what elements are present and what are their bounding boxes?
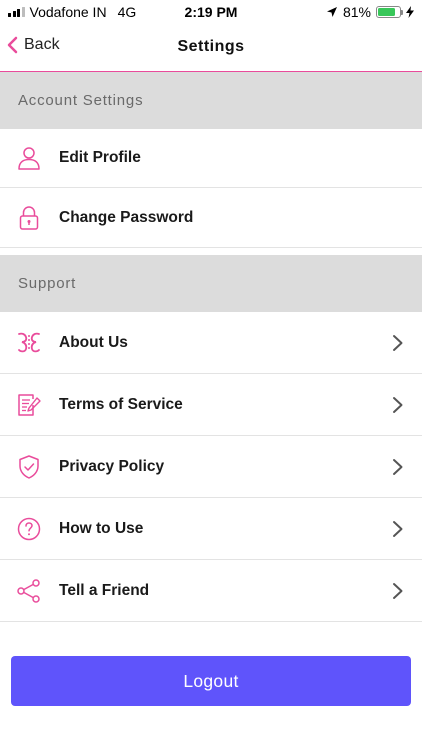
- settings-item-terms-of-service[interactable]: Terms of Service: [0, 374, 422, 436]
- settings-item-privacy-policy[interactable]: Privacy Policy: [0, 436, 422, 498]
- status-bar: Vodafone IN 4G 2:19 PM 81%: [0, 0, 422, 26]
- logout-button[interactable]: Logout: [11, 656, 411, 706]
- settings-item-label: About Us: [59, 334, 128, 351]
- charging-bolt-icon: [406, 6, 414, 18]
- settings-item-label: Edit Profile: [59, 149, 141, 166]
- app-logo-icon: [18, 332, 40, 353]
- settings-item-label: Tell a Friend: [59, 582, 150, 599]
- section-label: Support: [18, 275, 77, 292]
- section-header-support: Support: [0, 255, 422, 312]
- chevron-right-icon: [393, 335, 403, 351]
- battery-level: [378, 8, 395, 16]
- settings-item-edit-profile[interactable]: Edit Profile: [0, 129, 422, 188]
- settings-item-label: How to Use: [59, 520, 144, 537]
- settings-item-label: Privacy Policy: [59, 458, 165, 475]
- section-label: Account Settings: [18, 92, 144, 109]
- settings-item-how-to-use[interactable]: How to Use: [0, 498, 422, 560]
- share-icon: [17, 579, 40, 603]
- settings-item-tell-a-friend[interactable]: Tell a Friend: [0, 560, 422, 622]
- battery-icon: [376, 6, 403, 18]
- settings-item-change-password[interactable]: Change Password: [0, 188, 422, 248]
- question-circle-icon: [17, 517, 41, 541]
- page-title: Settings: [177, 38, 245, 55]
- document-edit-icon: [18, 394, 41, 416]
- settings-item-label: Change Password: [59, 209, 194, 226]
- battery-percent: 81%: [342, 4, 371, 20]
- chevron-right-icon: [393, 583, 403, 599]
- settings-item-label: Terms of Service: [59, 396, 183, 413]
- section-header-account: Account Settings: [0, 72, 422, 129]
- settings-item-about-us[interactable]: About Us: [0, 312, 422, 374]
- navigation-bar: Back Settings: [0, 26, 422, 72]
- user-icon: [18, 147, 40, 170]
- chevron-right-icon: [393, 459, 403, 475]
- lock-icon: [19, 206, 39, 230]
- shield-check-icon: [19, 455, 39, 479]
- location-arrow-icon: [326, 7, 337, 17]
- status-right: 81%: [326, 4, 414, 20]
- chevron-right-icon: [393, 397, 403, 413]
- chevron-right-icon: [393, 521, 403, 537]
